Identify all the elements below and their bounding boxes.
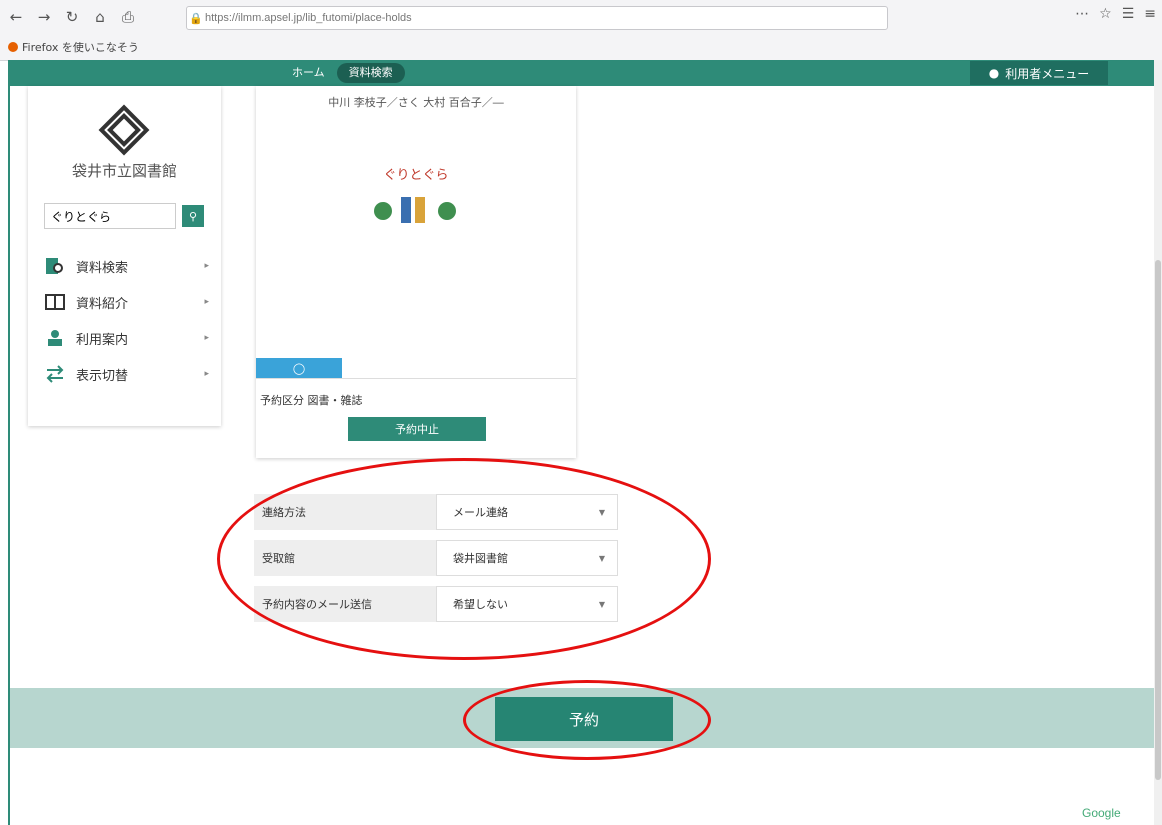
illustration-icon: [374, 197, 456, 223]
search-button[interactable]: ⚲: [182, 205, 204, 227]
select-value: 袋井図書館: [453, 552, 508, 565]
book-open-icon: [45, 294, 65, 310]
library-name: 袋井市立図書館: [71, 162, 177, 180]
email-notice-label: 予約内容のメール送信: [254, 586, 436, 622]
scrollbar-thumb[interactable]: [1155, 260, 1161, 780]
select-value: メール連絡: [453, 506, 508, 519]
chevron-down-icon: ▼: [598, 599, 605, 609]
book-card: 中川 李枝子／さく 大村 百合子／― ぐりとぐら ◯ 予約区分 図書・雑誌 予約…: [256, 86, 576, 458]
contact-method-label: 連絡方法: [254, 494, 436, 530]
sidebar-item-guide[interactable]: 利用案内 ▸: [28, 320, 221, 356]
address-bar[interactable]: 🔒 https://ilmm.apsel.jp/lib_futomi/place…: [186, 6, 888, 30]
bookmarks-bar: Firefox を使いこなそう: [0, 36, 139, 58]
sidebar-item-label: 表示切替: [76, 368, 129, 384]
search-input[interactable]: [44, 203, 176, 229]
top-nav: ホーム 資料検索 ● 利用者メニュー: [10, 60, 1154, 86]
form-row-pickup: 受取館 袋井図書館 ▼: [254, 540, 618, 576]
breadcrumb-search[interactable]: 資料検索: [336, 63, 405, 83]
chevron-down-icon: ▼: [598, 553, 605, 563]
search-box: ⚲: [44, 203, 204, 229]
user-menu-label: 利用者メニュー: [1005, 66, 1090, 81]
sidebar-item-introduction[interactable]: 資料紹介 ▸: [28, 284, 221, 320]
contact-method-select[interactable]: メール連絡 ▼: [436, 494, 618, 530]
home-icon[interactable]: ⌂: [88, 5, 112, 29]
item-tab[interactable]: ◯: [256, 358, 342, 378]
user-guide-icon: [48, 330, 62, 346]
menu-icon[interactable]: ≡: [1144, 6, 1156, 22]
google-badge: Google: [1082, 806, 1121, 820]
lock-icon: 🔒: [189, 11, 203, 25]
select-value: 希望しない: [453, 598, 508, 611]
print-icon[interactable]: ⎙: [116, 5, 140, 29]
browser-chrome: ← → ↻ ⌂ ⎙ 🔒 https://ilmm.apsel.jp/lib_fu…: [0, 0, 1162, 61]
forward-icon[interactable]: →: [32, 5, 56, 29]
cover-title: ぐりとぐら: [383, 168, 449, 183]
book-cover[interactable]: ぐりとぐら: [366, 164, 466, 244]
user-icon: ●: [988, 66, 1000, 80]
cover-illustration: [366, 189, 466, 229]
firefox-icon: [8, 42, 18, 52]
search-document-icon: [46, 258, 63, 274]
sidebar-menu: 資料検索 ▸ 資料紹介 ▸ 利用案内 ▸ 表示切替 ▸: [28, 248, 221, 392]
pickup-library-select[interactable]: 袋井図書館 ▼: [436, 540, 618, 576]
sidebar-item-label: 資料紹介: [76, 296, 129, 312]
chevron-right-icon: ▸: [204, 333, 209, 343]
sidebar-item-search[interactable]: 資料検索 ▸: [28, 248, 221, 284]
browser-actions: ⋯ ☆ ☰ ≡: [1075, 6, 1156, 22]
book-authors: 中川 李枝子／さく 大村 百合子／―: [328, 96, 504, 109]
chevron-right-icon: ▸: [204, 297, 209, 307]
back-icon[interactable]: ←: [4, 5, 28, 29]
sidebar-item-label: 資料検索: [76, 260, 129, 276]
card-divider: [256, 378, 576, 379]
cancel-reservation-button[interactable]: 予約中止: [348, 417, 486, 441]
more-icon[interactable]: ⋯: [1075, 6, 1089, 22]
chevron-right-icon: ▸: [204, 369, 209, 379]
chevron-down-icon: ▼: [598, 507, 605, 517]
reload-icon[interactable]: ↻: [60, 5, 84, 29]
reserve-button[interactable]: 予約: [495, 697, 673, 741]
switch-arrows-icon: [46, 365, 64, 383]
library-logo-icon: [98, 104, 150, 156]
sidebar: 袋井市立図書館 ⚲ 資料検索 ▸ 資料紹介 ▸ 利用案内 ▸: [28, 86, 221, 426]
bookmark-link[interactable]: Firefox を使いこなそう: [22, 39, 139, 55]
form-row-email: 予約内容のメール送信 希望しない ▼: [254, 586, 618, 622]
pickup-library-label: 受取館: [254, 540, 436, 576]
reservation-type: 予約区分 図書・雑誌: [260, 394, 363, 407]
form-row-contact: 連絡方法 メール連絡 ▼: [254, 494, 618, 530]
url-text: https://ilmm.apsel.jp/lib_futomi/place-h…: [205, 12, 412, 24]
chevron-right-icon: ▸: [204, 261, 209, 271]
breadcrumb-home[interactable]: ホーム: [280, 63, 337, 83]
bookmark-star-icon[interactable]: ☆: [1099, 6, 1112, 22]
user-menu-button[interactable]: ● 利用者メニュー: [970, 61, 1108, 85]
breadcrumb: ホーム 資料検索: [280, 63, 405, 83]
sidebar-item-label: 利用案内: [76, 332, 129, 348]
sidebar-item-display[interactable]: 表示切替 ▸: [28, 356, 221, 392]
library-icon[interactable]: ☰: [1122, 6, 1135, 22]
email-notice-select[interactable]: 希望しない ▼: [436, 586, 618, 622]
reservation-form: 連絡方法 メール連絡 ▼ 受取館 袋井図書館 ▼ 予約内容のメール送信 希望しな…: [254, 494, 618, 632]
